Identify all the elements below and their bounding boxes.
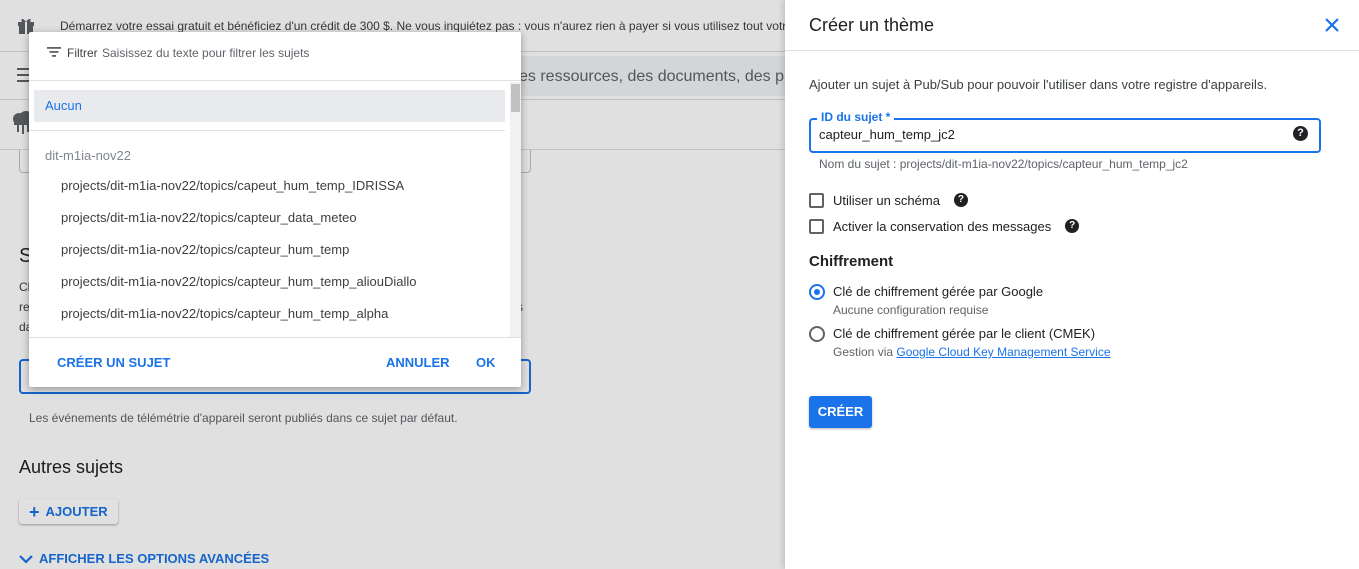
filter-icon xyxy=(47,47,61,57)
use-schema-row: Utiliser un schéma ? xyxy=(809,191,968,209)
list-item[interactable]: projects/dit-m1ia-nov22/topics/capteur_h… xyxy=(61,242,349,257)
topic-list: Aucun dit-m1ia-nov22 projects/dit-m1ia-n… xyxy=(29,82,521,337)
panel-description: Ajouter un sujet à Pub/Sub pour pouvoir … xyxy=(809,77,1268,92)
retention-row: Activer la conservation des messages ? xyxy=(809,217,1080,235)
cmek-label: Clé de chiffrement gérée par le client (… xyxy=(833,326,1096,341)
cmek-option[interactable]: Clé de chiffrement gérée par le client (… xyxy=(809,326,1111,359)
create-topic-panel: Créer un thème Ajouter un sujet à Pub/Su… xyxy=(785,0,1359,569)
close-icon[interactable] xyxy=(1324,17,1340,33)
ok-button[interactable]: OK xyxy=(476,355,496,370)
cmek-sub-prefix: Gestion via xyxy=(833,345,894,359)
create-button[interactable]: CRÉER xyxy=(809,396,872,428)
cmek-sub: Gestion via Google Cloud Key Management … xyxy=(833,345,1111,359)
use-schema-checkbox[interactable] xyxy=(809,192,824,208)
kms-link[interactable]: Google Cloud Key Management Service xyxy=(896,345,1110,359)
topic-dropdown: Filtrer Saisissez du texte pour filtrer … xyxy=(29,32,521,387)
topic-id-input[interactable] xyxy=(819,127,1279,142)
help-icon[interactable]: ? xyxy=(1293,126,1308,141)
list-item[interactable]: projects/dit-m1ia-nov22/topics/capteur_d… xyxy=(61,210,357,225)
help-icon[interactable]: ? xyxy=(953,193,968,207)
cancel-button[interactable]: ANNULER xyxy=(386,355,450,370)
list-item[interactable]: projects/dit-m1ia-nov22/topics/capteur_h… xyxy=(61,274,417,289)
google-key-option[interactable]: Clé de chiffrement gérée par Google Aucu… xyxy=(809,284,1043,317)
cmek-radio[interactable] xyxy=(809,326,825,342)
divider xyxy=(29,130,505,131)
dropdown-footer: CRÉER UN SUJET ANNULER OK xyxy=(29,337,521,387)
option-none[interactable]: Aucun xyxy=(34,90,505,122)
project-group-label: dit-m1ia-nov22 xyxy=(45,148,131,163)
encryption-heading: Chiffrement xyxy=(809,253,894,270)
retention-checkbox[interactable] xyxy=(809,218,824,234)
scrollbar[interactable] xyxy=(510,82,521,337)
filter-label: Filtrer xyxy=(67,46,98,60)
google-key-radio[interactable] xyxy=(809,284,825,300)
use-schema-label: Utiliser un schéma xyxy=(833,192,940,208)
topic-id-label: ID du sujet * xyxy=(817,110,895,124)
list-item[interactable]: projects/dit-m1ia-nov22/topics/capeut_hu… xyxy=(61,178,404,193)
list-item[interactable]: projects/dit-m1ia-nov22/topics/capteur_h… xyxy=(61,306,388,321)
filter-input[interactable]: Saisissez du texte pour filtrer les suje… xyxy=(102,46,309,60)
google-key-sub: Aucune configuration requise xyxy=(833,303,989,317)
option-none-label: Aucun xyxy=(45,98,82,113)
filter-row[interactable]: Filtrer Saisissez du texte pour filtrer … xyxy=(29,32,521,81)
panel-header: Créer un thème xyxy=(785,0,1359,51)
topic-name-hint: Nom du sujet : projects/dit-m1ia-nov22/t… xyxy=(819,157,1188,171)
create-topic-button[interactable]: CRÉER UN SUJET xyxy=(57,355,170,370)
scroll-thumb[interactable] xyxy=(511,84,520,112)
topic-id-field[interactable]: ID du sujet * ? xyxy=(809,110,1321,153)
google-key-label: Clé de chiffrement gérée par Google xyxy=(833,284,1044,299)
help-icon[interactable]: ? xyxy=(1065,219,1080,233)
retention-label: Activer la conservation des messages xyxy=(833,218,1052,234)
panel-title: Créer un thème xyxy=(809,15,935,35)
